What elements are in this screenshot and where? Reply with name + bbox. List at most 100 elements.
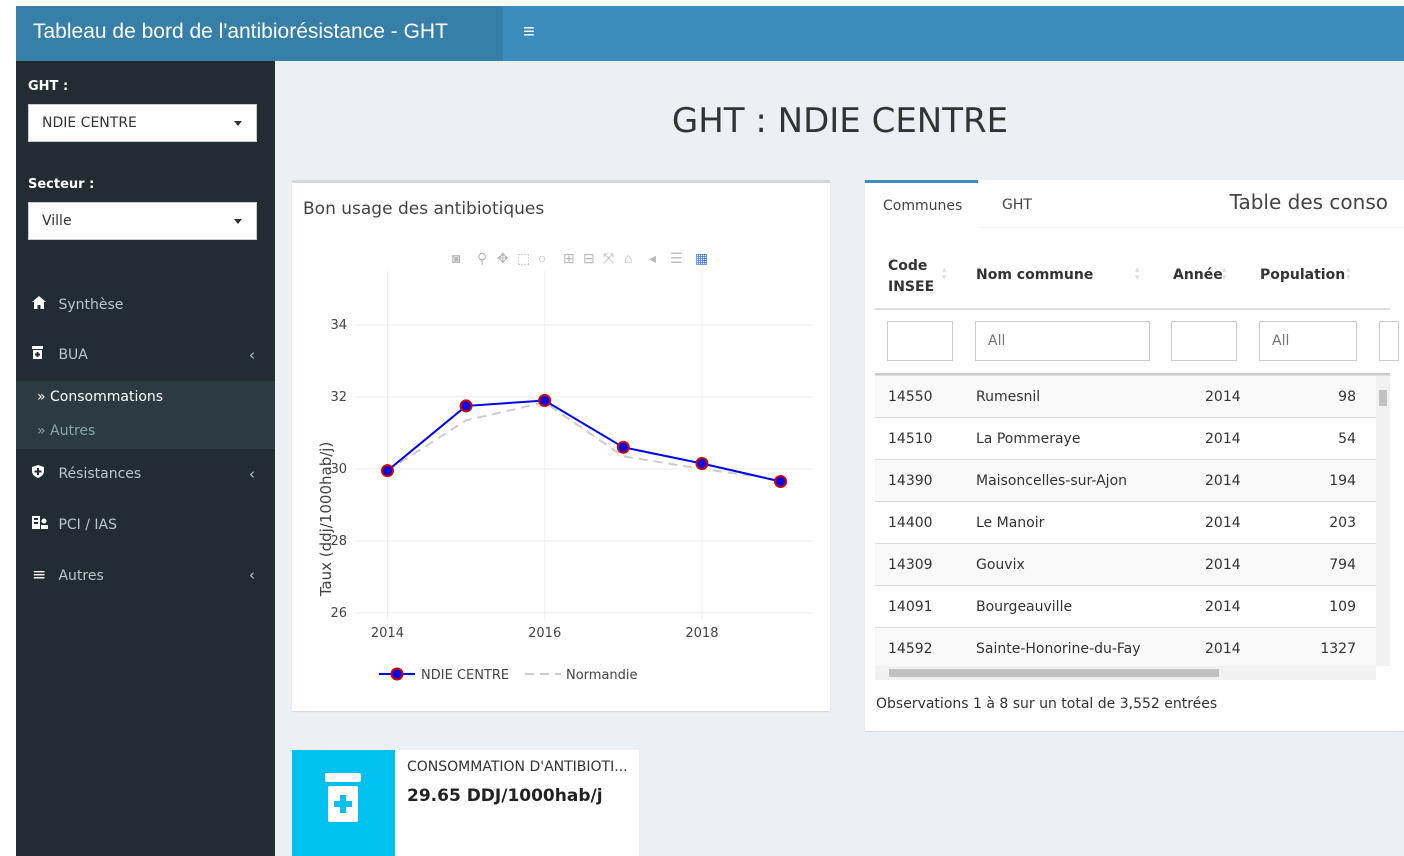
data-point [774, 474, 788, 488]
sidebar-item-resistances[interactable]: Résistances ‹ [16, 452, 275, 496]
legend-swatch-marker [390, 667, 404, 681]
legend-label: NDIE CENTRE [421, 668, 509, 683]
double-chevron-icon: » [37, 423, 46, 439]
cell-code: 14390 [888, 473, 933, 489]
cell-code: 14309 [888, 557, 933, 573]
y-tick-label: 26 [330, 606, 347, 621]
page-title: GHT : NDIE CENTRE [671, 101, 1009, 141]
cell-nom: La Pommeraye [976, 431, 1081, 447]
ght-label: GHT : [28, 79, 69, 94]
sort-icon[interactable]: ▴ ▾ [1222, 265, 1227, 282]
cell-nom: Bourgeauville [976, 599, 1073, 615]
info-box-icon-area [292, 750, 395, 856]
x-tick-label: 2014 [371, 626, 404, 641]
table-row[interactable]: 14091 Bourgeauville 2014 109 [875, 585, 1390, 627]
column-header-code-insee[interactable]: Code INSEE [888, 256, 938, 298]
filter-overflow[interactable] [1379, 321, 1399, 361]
filter-code-insee[interactable] [887, 321, 953, 361]
scrollbar-thumb[interactable] [889, 669, 1219, 677]
data-point [538, 394, 552, 408]
cell-population: 794 [1329, 557, 1356, 573]
tab-ght[interactable]: GHT [1002, 180, 1032, 228]
cell-nom: Gouvix [976, 557, 1025, 573]
ght-select[interactable]: NDIE CENTRE [28, 104, 257, 142]
data-point [616, 440, 630, 454]
pill-bottle-icon [32, 333, 54, 377]
caret-down-icon [234, 219, 242, 224]
cell-nom: Rumesnil [976, 389, 1041, 405]
bars-icon: ≡ [32, 565, 47, 585]
cell-annee: 2014 [1205, 641, 1241, 657]
cell-population: 54 [1338, 431, 1356, 447]
sidebar: GHT : NDIE CENTRE Secteur : Ville Synthè… [16, 61, 275, 856]
home-icon [32, 283, 54, 327]
cell-population: 1327 [1320, 641, 1356, 657]
column-header-nom-commune[interactable]: Nom commune [976, 267, 1093, 283]
column-header-population[interactable]: Population [1260, 267, 1345, 283]
info-box-text: CONSOMMATION D'ANTIBIOTI... [407, 759, 628, 775]
scrollbar-thumb[interactable] [1379, 390, 1387, 406]
table-row[interactable]: 14390 Maisoncelles-sur-Ajon 2014 194 [875, 459, 1390, 501]
sidebar-item-label: BUA [58, 347, 88, 363]
submenu-item-autres[interactable]: » Autres [37, 423, 95, 439]
submenu-item-consommations[interactable]: » Consommations [37, 389, 163, 405]
cell-nom: Maisoncelles-sur-Ajon [976, 473, 1128, 489]
info-box: CONSOMMATION D'ANTIBIOTI... 29.65 DDJ/10… [292, 750, 639, 856]
sort-icon[interactable]: ▴ ▾ [942, 265, 947, 282]
sidebar-item-autres[interactable]: ≡ Autres ‹ [16, 553, 275, 597]
filter-population[interactable] [1259, 321, 1357, 361]
cell-annee: 2014 [1205, 389, 1241, 405]
cell-nom: Sainte-Honorine-du-Fay [976, 641, 1141, 657]
data-point [459, 399, 473, 413]
cell-annee: 2014 [1205, 515, 1241, 531]
tab-communes[interactable]: Communes [865, 180, 978, 228]
table-row[interactable]: 14510 La Pommeraye 2014 54 [875, 417, 1390, 459]
vertical-scrollbar[interactable] [1376, 376, 1390, 666]
sidebar-item-label: Synthèse [58, 297, 124, 313]
table-row[interactable]: 14592 Sainte-Honorine-du-Fay 2014 1327 [875, 627, 1390, 666]
sidebar-item-pci-ias[interactable]: PCI / IAS [16, 503, 275, 547]
secteur-select[interactable]: Ville [28, 202, 257, 240]
table-row[interactable]: 14309 Gouvix 2014 794 [875, 543, 1390, 585]
prescription-bottle-icon [325, 773, 361, 822]
filter-nom-commune[interactable] [975, 321, 1150, 361]
ght-select-value: NDIE CENTRE [42, 115, 137, 131]
shield-icon [32, 452, 54, 496]
filter-annee[interactable] [1171, 321, 1237, 361]
cell-population: 203 [1329, 515, 1356, 531]
cell-annee: 2014 [1205, 473, 1241, 489]
table-box-header: Table des conso [1229, 190, 1388, 214]
sidebar-item-label: Autres [58, 568, 104, 584]
sort-icon[interactable]: ▴ ▾ [1346, 265, 1351, 282]
chart-box: Bon usage des antibiotiques ◙ ⚲ ✥ ⬚ ○ ⊞ … [292, 180, 830, 711]
horizontal-scrollbar[interactable] [875, 666, 1376, 680]
table-row[interactable]: 14550 Rumesnil 2014 98 [875, 375, 1390, 417]
sidebar-item-label: Résistances [58, 466, 142, 482]
cell-annee: 2014 [1205, 599, 1241, 615]
caret-down-icon [234, 121, 242, 126]
app-title: Tableau de bord de l'antibiorésistance -… [16, 6, 503, 61]
app-frame: Tableau de bord de l'antibiorésistance -… [16, 6, 1404, 856]
table-box: Communes GHT Table des conso Code INSEE … [865, 180, 1404, 731]
x-tick-label: 2018 [685, 626, 718, 641]
y-tick-label: 34 [330, 318, 347, 333]
data-point [380, 464, 394, 478]
cell-population: 98 [1338, 389, 1356, 405]
y-axis-label: Taux (ddj/1000hab/j) [317, 442, 335, 598]
chevron-left-icon: ‹ [249, 566, 255, 584]
cell-code: 14510 [888, 431, 933, 447]
sidebar-item-bua[interactable]: BUA ‹ [16, 333, 275, 377]
sort-icon[interactable]: ▴ ▾ [1135, 265, 1140, 282]
column-header-annee[interactable]: Année [1173, 267, 1223, 283]
cell-code: 14592 [888, 641, 933, 657]
secteur-select-value: Ville [42, 213, 72, 229]
sidebar-item-label: PCI / IAS [58, 517, 118, 533]
secteur-label: Secteur : [28, 177, 95, 192]
submenu-item-label: Consommations [50, 389, 164, 405]
main-header: Tableau de bord de l'antibiorésistance -… [16, 6, 1404, 61]
cell-nom: Le Manoir [976, 515, 1045, 531]
table-row[interactable]: 14400 Le Manoir 2014 203 [875, 501, 1390, 543]
sidebar-toggle-button[interactable]: ≡ [516, 19, 542, 45]
tab-bar: Communes GHT Table des conso [865, 180, 1404, 228]
sidebar-item-synthese[interactable]: Synthèse [16, 283, 275, 327]
